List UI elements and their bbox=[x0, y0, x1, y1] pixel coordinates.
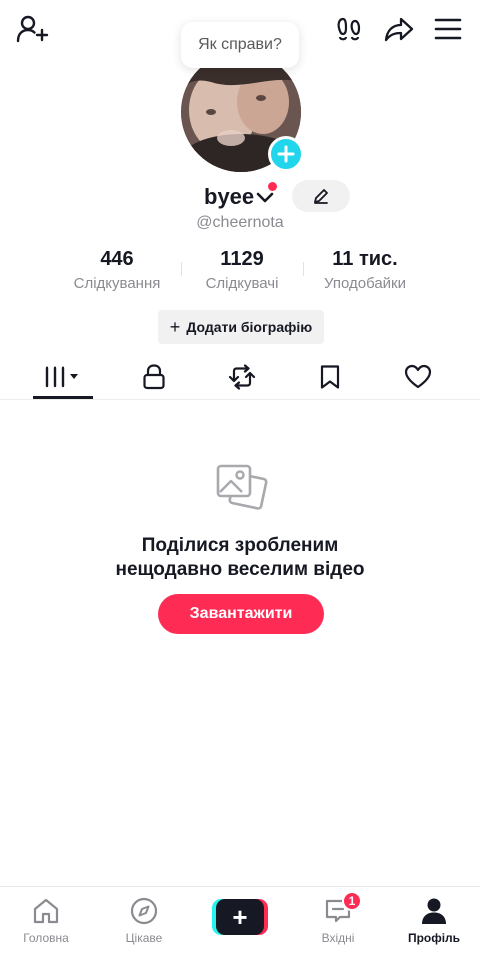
status-bubble-text: Як справи? bbox=[198, 36, 282, 53]
heart-icon bbox=[404, 364, 432, 389]
edit-profile-button[interactable] bbox=[292, 180, 350, 212]
plus-icon: + bbox=[169, 316, 181, 337]
nav-home[interactable]: Головна bbox=[6, 895, 86, 955]
active-tab-indicator bbox=[33, 396, 93, 399]
grid-icon bbox=[45, 366, 78, 388]
nav-inbox-label: Вхідні bbox=[321, 931, 355, 945]
add-bio-button[interactable]: + Додати біографію bbox=[158, 310, 324, 344]
nav-home-label: Головна bbox=[23, 931, 69, 945]
tab-private[interactable] bbox=[124, 356, 184, 398]
nav-profile[interactable]: Профіль bbox=[394, 895, 474, 955]
menu-button[interactable] bbox=[430, 12, 466, 46]
following-label: Слідкування bbox=[73, 275, 161, 292]
footprints-icon bbox=[337, 17, 361, 41]
followers-count: 1129 bbox=[220, 248, 264, 270]
lock-icon bbox=[143, 364, 165, 390]
empty-title-line1: Поділися зробленим bbox=[141, 535, 339, 556]
chevron-down-icon[interactable] bbox=[256, 190, 274, 206]
stat-following[interactable]: 446 Слідкування bbox=[62, 248, 172, 292]
empty-title-line2: нещодавно веселим відео bbox=[115, 559, 365, 580]
add-bio-label: Додати біографію bbox=[186, 319, 313, 335]
share-icon bbox=[384, 17, 414, 42]
tab-saved[interactable] bbox=[300, 356, 360, 398]
bottom-nav: Головна Цікаве + 1 Вхідні Профіль bbox=[0, 886, 480, 968]
inbox-badge: 1 bbox=[342, 891, 362, 911]
nav-inbox[interactable]: 1 Вхідні bbox=[298, 891, 378, 955]
plus-icon: + bbox=[216, 899, 264, 935]
home-icon bbox=[33, 898, 59, 924]
compass-icon bbox=[130, 897, 158, 925]
add-friend-button[interactable] bbox=[14, 12, 50, 46]
add-avatar-button[interactable] bbox=[268, 136, 304, 172]
repost-icon bbox=[228, 364, 256, 390]
username[interactable]: byee bbox=[204, 184, 254, 210]
following-count: 446 bbox=[100, 248, 134, 270]
tab-reposts[interactable] bbox=[212, 356, 272, 398]
notification-dot bbox=[268, 182, 277, 191]
person-icon bbox=[422, 898, 446, 924]
add-friend-icon bbox=[16, 15, 49, 43]
followers-label: Слідкувачі bbox=[205, 275, 279, 292]
stat-followers[interactable]: 1129 Слідкувачі bbox=[190, 248, 294, 292]
stat-divider bbox=[303, 262, 304, 276]
create-button[interactable]: + bbox=[212, 899, 268, 935]
bookmark-icon bbox=[320, 365, 340, 389]
share-profile-button[interactable] bbox=[382, 12, 416, 46]
nav-discover[interactable]: Цікаве bbox=[104, 895, 184, 955]
status-bubble[interactable]: Як справи? bbox=[181, 22, 299, 68]
profile-stats: 446 Слідкування 1129 Слідкувачі 11 тис. … bbox=[0, 248, 480, 298]
profile-handle: @cheernota bbox=[196, 214, 284, 231]
likes-count: 11 тис. bbox=[332, 248, 398, 270]
menu-icon bbox=[434, 18, 462, 40]
stat-divider bbox=[181, 262, 182, 276]
pencil-icon bbox=[314, 189, 328, 204]
photo-stack-icon bbox=[216, 464, 268, 510]
nav-discover-label: Цікаве bbox=[125, 931, 163, 945]
likes-label: Уподобайки bbox=[324, 275, 406, 292]
empty-state-title: Поділися зробленим нещодавно веселим від… bbox=[0, 534, 480, 582]
upload-button[interactable]: Завантажити bbox=[158, 594, 324, 634]
profile-tabs bbox=[0, 356, 480, 400]
nav-profile-label: Профіль bbox=[407, 931, 461, 945]
tab-videos[interactable] bbox=[33, 356, 93, 398]
tab-liked[interactable] bbox=[388, 356, 448, 398]
plus-icon bbox=[277, 145, 295, 163]
stat-likes[interactable]: 11 тис. Уподобайки bbox=[310, 248, 420, 292]
profile-views-button[interactable] bbox=[332, 12, 366, 46]
username-row: byee bbox=[0, 180, 480, 214]
